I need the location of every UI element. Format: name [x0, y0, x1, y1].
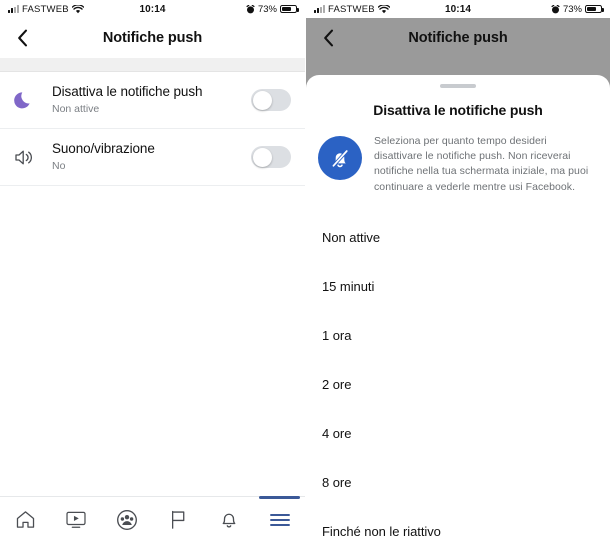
tab-home[interactable] — [0, 497, 51, 542]
option-2-ore[interactable]: 2 ore — [306, 360, 610, 409]
battery-icon — [280, 4, 299, 14]
speaker-icon — [14, 148, 52, 167]
page-title: Notifiche push — [102, 30, 203, 46]
signal-bars-icon — [8, 5, 19, 13]
chevron-left-icon — [17, 29, 27, 47]
battery-icon — [585, 4, 604, 14]
list-divider-bottom — [0, 185, 305, 186]
settings-row-sound-vibration[interactable]: Suono/vibrazione No — [0, 129, 305, 185]
groups-icon — [117, 509, 138, 530]
settings-row-subtitle: No — [52, 160, 66, 173]
chevron-left-icon — [323, 29, 333, 47]
bottom-tab-bar — [0, 496, 305, 542]
drag-handle[interactable] — [440, 84, 476, 88]
section-gap-top — [0, 58, 305, 72]
left-phone-screen: FASTWEB 10:14 73% Notifiche push Disatti… — [0, 0, 305, 542]
settings-row-disable-push[interactable]: Disattiva le notifiche push Non attive — [0, 72, 305, 128]
carrier-label: FASTWEB — [328, 3, 375, 15]
option-non-attive[interactable]: Non attive — [306, 213, 610, 262]
option-1-ora[interactable]: 1 ora — [306, 311, 610, 360]
hamburger-menu-icon — [269, 513, 290, 526]
nav-bar: Notifiche push — [0, 18, 305, 58]
flag-icon — [171, 510, 185, 529]
settings-row-subtitle: Non attive — [52, 103, 100, 116]
tab-pages[interactable] — [152, 497, 203, 542]
option-finche-non-le-riattivo[interactable]: Finché non le riattivo — [306, 507, 610, 542]
sheet-title: Disattiva le notifiche push — [373, 102, 543, 118]
toggle-knob — [252, 147, 272, 167]
dual-screenshot-container: FASTWEB 10:14 73% Notifiche push Disatti… — [0, 0, 610, 542]
status-bar-left: FASTWEB — [8, 4, 84, 15]
status-bar: FASTWEB 10:14 73% — [306, 0, 610, 18]
battery-percent-label: 73% — [257, 3, 277, 15]
status-bar-left: FASTWEB — [314, 4, 390, 15]
toggle-knob — [252, 90, 272, 110]
page-title: Notifiche push — [408, 30, 508, 46]
toggle-disable-push[interactable] — [251, 89, 291, 111]
alarm-clock-icon — [246, 4, 255, 13]
sheet-description: Seleziona per quanto tempo desideri disa… — [374, 135, 589, 193]
status-bar-right: 73% — [551, 3, 604, 15]
back-button[interactable] — [0, 29, 44, 47]
settings-row-title: Suono/vibrazione — [52, 141, 155, 157]
duration-options-list: Non attive 15 minuti 1 ora 2 ore 4 ore 8… — [306, 213, 610, 542]
settings-list: Disattiva le notifiche push Non attive S… — [0, 72, 305, 186]
moon-icon — [14, 90, 52, 110]
nav-bar: Notifiche push — [306, 18, 610, 58]
tab-notifications[interactable] — [203, 497, 254, 542]
bottom-sheet-modal: Disattiva le notifiche push Seleziona pe… — [306, 75, 610, 542]
carrier-label: FASTWEB — [22, 3, 69, 15]
sheet-description-block: Seleziona per quanto tempo desideri disa… — [306, 118, 610, 195]
bell-icon — [222, 513, 236, 528]
home-icon — [16, 511, 35, 528]
option-15-minuti[interactable]: 15 minuti — [306, 262, 610, 311]
tab-video[interactable] — [51, 497, 102, 542]
wifi-icon — [71, 4, 84, 13]
back-button[interactable] — [306, 29, 350, 47]
status-bar: FASTWEB 10:14 73% — [0, 0, 305, 18]
status-bar-right: 73% — [246, 3, 299, 15]
alarm-clock-icon — [551, 4, 560, 13]
tab-menu[interactable] — [254, 496, 305, 542]
bell-slash-icon — [318, 136, 362, 180]
signal-bars-icon — [314, 5, 325, 13]
toggle-sound-vibration[interactable] — [251, 146, 291, 168]
tab-groups[interactable] — [102, 497, 153, 542]
settings-row-title: Disattiva le notifiche push — [52, 84, 203, 100]
right-phone-screen: FASTWEB 10:14 73% Notifiche push Disatti… — [305, 0, 610, 542]
settings-row-text: Disattiva le notifiche push Non attive — [52, 84, 251, 115]
video-icon — [66, 511, 86, 528]
option-4-ore[interactable]: 4 ore — [306, 409, 610, 458]
settings-row-text: Suono/vibrazione No — [52, 141, 251, 172]
battery-percent-label: 73% — [562, 3, 582, 15]
option-8-ore[interactable]: 8 ore — [306, 458, 610, 507]
wifi-icon — [377, 4, 390, 13]
